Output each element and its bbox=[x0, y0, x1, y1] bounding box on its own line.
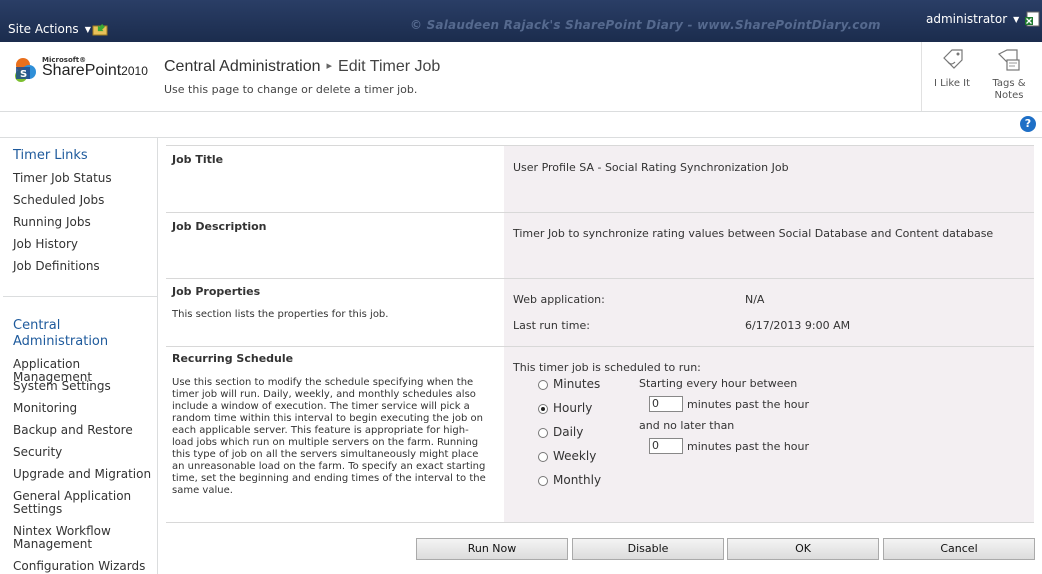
nav-separator bbox=[3, 296, 158, 297]
nav-heading-central-admin-line2: Administration bbox=[13, 334, 109, 349]
tags-notes-button[interactable]: Tags & Notes bbox=[981, 48, 1037, 102]
recurring-schedule-label: Recurring Schedule bbox=[172, 352, 294, 365]
nav-heading-central-admin[interactable]: Central Administration bbox=[13, 318, 108, 350]
section-recurring-schedule-value-cell: This timer job is scheduled to run: Minu… bbox=[504, 347, 1034, 522]
left-navigation: Timer Links Timer Job Status Scheduled J… bbox=[3, 138, 158, 574]
chevron-down-icon: ▼ bbox=[1013, 14, 1020, 24]
section-job-description-value-cell: Timer Job to synchronize rating values b… bbox=[504, 213, 1034, 278]
nav-item-backup-restore[interactable]: Backup and Restore bbox=[13, 424, 133, 437]
no-later-than-label: and no later than bbox=[639, 419, 735, 432]
radio-minutes[interactable] bbox=[538, 380, 548, 390]
button-row: Run Now Disable OK Cancel bbox=[0, 520, 1042, 574]
logo-product: SharePoint2010 bbox=[42, 62, 148, 80]
site-actions-label: Site Actions bbox=[8, 22, 79, 36]
ribbon-bar: Site Actions ▼ © Salaudeen Rajack's Shar… bbox=[0, 0, 1042, 42]
nav-item-security[interactable]: Security bbox=[13, 446, 62, 459]
last-run-time-value: 6/17/2013 9:00 AM bbox=[745, 319, 851, 332]
watermark-text: © Salaudeen Rajack's SharePoint Diary - … bbox=[410, 18, 881, 32]
navigate-up-icon[interactable] bbox=[92, 22, 108, 36]
logo-year: 2010 bbox=[121, 64, 148, 78]
scheduled-to-run-label: This timer job is scheduled to run: bbox=[513, 361, 701, 374]
tags-notes-label-1: Tags & bbox=[992, 78, 1026, 89]
end-minute-input[interactable]: 0 bbox=[649, 438, 683, 454]
section-job-properties-label-cell: Job Properties This section lists the pr… bbox=[166, 279, 504, 346]
sharepoint-logo-icon: S bbox=[15, 58, 36, 82]
section-recurring-schedule: Recurring Schedule Use this section to m… bbox=[166, 346, 1034, 522]
nav-item-general-application-settings[interactable]: General Application Settings bbox=[13, 490, 131, 516]
radio-weekly-label[interactable]: Weekly bbox=[553, 449, 596, 463]
section-job-description-label-cell: Job Description bbox=[166, 213, 504, 278]
section-job-title-value-cell: User Profile SA - Social Rating Synchron… bbox=[504, 146, 1034, 212]
section-job-title-label-cell: Job Title bbox=[166, 146, 504, 212]
radio-daily-label[interactable]: Daily bbox=[553, 425, 583, 439]
nav-item-job-history[interactable]: Job History bbox=[13, 238, 78, 251]
site-actions-menu[interactable]: Site Actions ▼ bbox=[8, 22, 91, 36]
nav-item-job-definitions[interactable]: Job Definitions bbox=[13, 260, 100, 273]
nav-item-general-application-line2: Settings bbox=[13, 502, 63, 516]
last-run-time-label: Last run time: bbox=[513, 319, 590, 332]
radio-monthly[interactable] bbox=[538, 476, 548, 486]
nav-item-timer-job-status[interactable]: Timer Job Status bbox=[13, 172, 112, 185]
help-bar: ? bbox=[0, 112, 1042, 138]
tags-notes-label-2: Notes bbox=[994, 90, 1024, 101]
job-properties-description: This section lists the properties for th… bbox=[172, 309, 389, 320]
minutes-past-hour-label-start: minutes past the hour bbox=[687, 398, 810, 411]
chevron-down-icon: ▼ bbox=[84, 24, 91, 34]
start-minute-input[interactable]: 0 bbox=[649, 396, 683, 412]
radio-hourly-label[interactable]: Hourly bbox=[553, 401, 592, 415]
title-area: S Microsoft® SharePoint2010 Central Admi… bbox=[0, 42, 1042, 112]
i-like-it-button[interactable]: I Like It bbox=[924, 48, 980, 89]
excel-icon[interactable] bbox=[1024, 11, 1040, 27]
radio-daily[interactable] bbox=[538, 428, 548, 438]
recurring-schedule-description: Use this section to modify the schedule … bbox=[172, 377, 486, 496]
section-job-description: Job Description Timer Job to synchronize… bbox=[166, 212, 1034, 278]
run-now-button[interactable]: Run Now bbox=[416, 538, 568, 560]
sharepoint-logo: S Microsoft® SharePoint2010 bbox=[12, 56, 162, 96]
job-title-value: User Profile SA - Social Rating Synchron… bbox=[513, 161, 789, 174]
help-icon[interactable]: ? bbox=[1020, 116, 1036, 132]
section-job-properties-value-cell: Web application: N/A Last run time: 6/17… bbox=[504, 279, 1034, 346]
breadcrumb-central-admin[interactable]: Central Administration bbox=[164, 58, 321, 75]
nav-item-running-jobs[interactable]: Running Jobs bbox=[13, 216, 91, 229]
user-menu[interactable]: administrator ▼ bbox=[926, 12, 1019, 26]
nav-item-upgrade-migration[interactable]: Upgrade and Migration bbox=[13, 468, 151, 481]
breadcrumb-current: Edit Timer Job bbox=[338, 58, 441, 75]
social-divider bbox=[921, 42, 922, 111]
thumbs-up-tag-icon bbox=[943, 49, 963, 69]
minutes-past-hour-label-end: minutes past the hour bbox=[687, 440, 810, 453]
user-name: administrator bbox=[926, 12, 1008, 26]
job-description-label: Job Description bbox=[172, 220, 267, 233]
breadcrumb: Central Administration ▸ Edit Timer Job bbox=[164, 58, 440, 76]
breadcrumb-arrow-icon: ▸ bbox=[326, 60, 333, 72]
nav-item-monitoring[interactable]: Monitoring bbox=[13, 402, 77, 415]
radio-hourly[interactable] bbox=[538, 404, 548, 414]
svg-text:S: S bbox=[20, 69, 27, 80]
tags-notes-icon bbox=[997, 49, 1020, 71]
job-description-value: Timer Job to synchronize rating values b… bbox=[513, 227, 994, 240]
radio-minutes-label[interactable]: Minutes bbox=[553, 377, 600, 391]
web-application-value: N/A bbox=[745, 293, 765, 306]
section-job-properties: Job Properties This section lists the pr… bbox=[166, 278, 1034, 346]
web-application-label: Web application: bbox=[513, 293, 605, 306]
radio-monthly-label[interactable]: Monthly bbox=[553, 473, 601, 487]
job-properties-label: Job Properties bbox=[172, 285, 261, 298]
starting-every-hour-label: Starting every hour between bbox=[639, 377, 798, 390]
logo-product-name: SharePoint bbox=[42, 62, 122, 79]
page-description: Use this page to change or delete a time… bbox=[164, 83, 418, 96]
section-recurring-schedule-label-cell: Recurring Schedule Use this section to m… bbox=[166, 347, 504, 522]
i-like-it-label: I Like It bbox=[933, 78, 971, 89]
nav-item-scheduled-jobs[interactable]: Scheduled Jobs bbox=[13, 194, 104, 207]
disable-button[interactable]: Disable bbox=[572, 538, 724, 560]
nav-item-system-settings[interactable]: System Settings bbox=[13, 380, 111, 393]
nav-heading-timer-links[interactable]: Timer Links bbox=[13, 148, 88, 163]
ok-button[interactable]: OK bbox=[727, 538, 879, 560]
section-job-title: Job Title User Profile SA - Social Ratin… bbox=[166, 145, 1034, 212]
nav-heading-central-admin-line1: Central bbox=[13, 318, 61, 333]
job-title-label: Job Title bbox=[172, 153, 224, 166]
cancel-button[interactable]: Cancel bbox=[883, 538, 1035, 560]
radio-weekly[interactable] bbox=[538, 452, 548, 462]
